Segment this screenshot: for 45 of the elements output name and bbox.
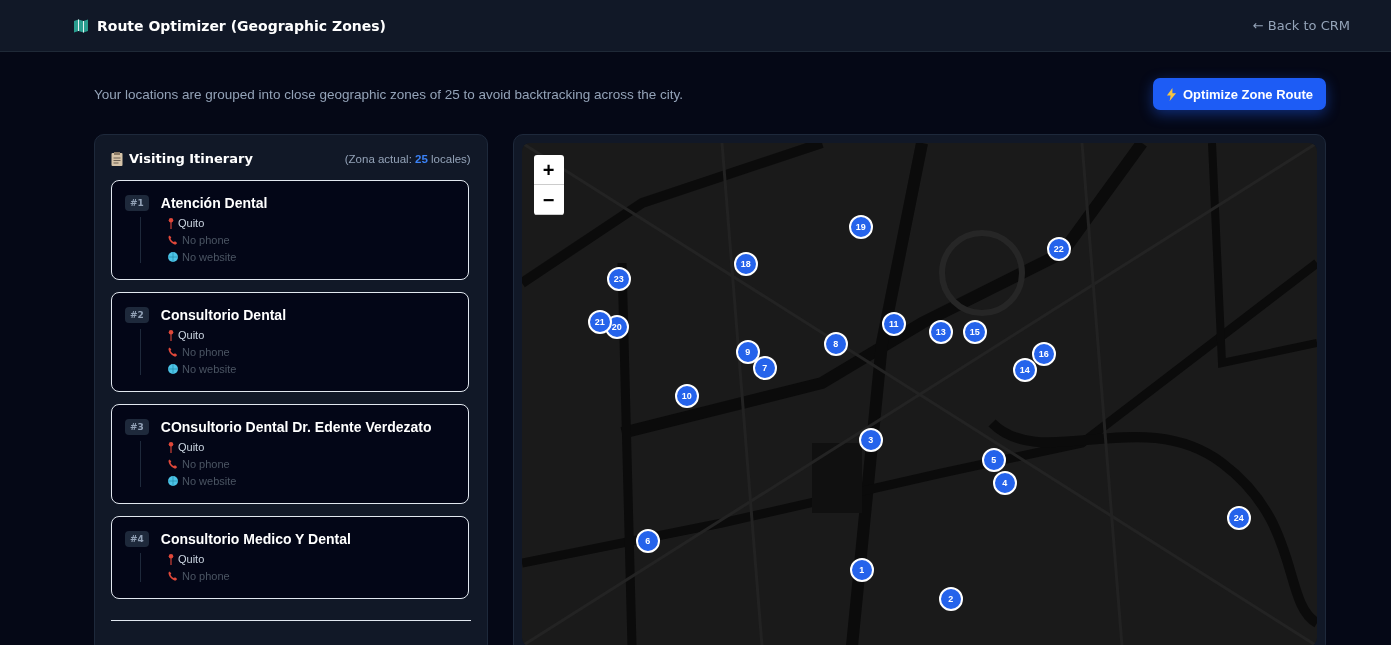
stop-card[interactable]: #1 Atención Dental Quito No phone No website: [111, 180, 469, 280]
phone-icon: [168, 459, 178, 469]
stop-number: #2: [125, 307, 149, 323]
stop-number: #3: [125, 419, 149, 435]
zoom-out-button[interactable]: −: [533, 185, 564, 215]
map-icon: [73, 17, 89, 34]
detail-text: Quito: [178, 329, 205, 341]
detail-text: No phone: [182, 458, 230, 470]
detail-text: No phone: [182, 346, 230, 358]
detail-text: No phone: [182, 234, 230, 246]
lightning-icon: [1166, 87, 1177, 101]
page-title: Route Optimizer (Geographic Zones): [97, 17, 386, 34]
globe-icon: [168, 252, 178, 262]
optimize-button[interactable]: Optimize Zone Route: [1153, 78, 1326, 110]
stop-number: #4: [125, 531, 149, 547]
detail-text: No website: [182, 475, 237, 487]
stop-name: Consultorio Dental: [160, 307, 287, 323]
stop-name: Consultorio Medico Y Dental: [160, 531, 351, 547]
stop-card[interactable]: #2 Consultorio Dental Quito No phone No website: [111, 292, 469, 392]
detail-text: No website: [182, 363, 237, 375]
pin-icon: [168, 553, 174, 565]
zone-count: (Zona actual: 25 locales): [344, 152, 471, 165]
globe-icon: [168, 476, 178, 486]
detail-text: No phone: [182, 570, 230, 582]
pin-icon: [168, 441, 174, 453]
detail-text: Quito: [178, 217, 205, 229]
phone-icon: [168, 347, 178, 357]
detail-text: No website: [182, 251, 237, 263]
pin-icon: [168, 217, 174, 229]
pin-icon: [168, 329, 174, 341]
clipboard-icon: [111, 151, 123, 166]
phone-icon: [168, 571, 178, 581]
panel-title: Visiting Itinerary: [129, 151, 253, 166]
stop-name: COnsultorio Dental Dr. Edente Verdezato: [160, 419, 432, 435]
phone-icon: [168, 235, 178, 245]
stop-name: Atención Dental: [160, 195, 268, 211]
intro-text: Your locations are grouped into close geographic zones of 25 to avoid backtracking across the city.: [94, 86, 684, 102]
zoom-in-button[interactable]: +: [533, 155, 564, 185]
stop-card[interactable]: #4 Consultorio Medico Y Dental Quito No phone: [111, 516, 469, 599]
stop-card[interactable]: #3 COnsultorio Dental Dr. Edente Verdezato Quito No phone No website: [111, 404, 469, 504]
globe-icon: [168, 364, 178, 374]
detail-text: Quito: [178, 553, 205, 565]
detail-text: Quito: [178, 441, 205, 453]
back-link[interactable]: ← Back to CRM: [1252, 18, 1350, 33]
stop-number: #1: [125, 195, 149, 211]
